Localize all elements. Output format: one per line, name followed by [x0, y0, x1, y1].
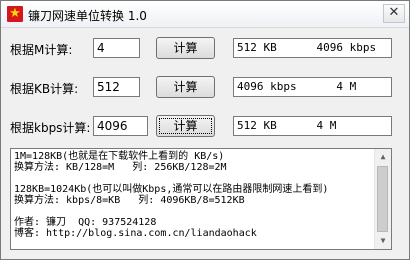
notes-line: [14, 173, 389, 184]
result-by-m[interactable]: 512 KB 4096 kbps: [233, 38, 392, 58]
label-by-kbps: 根据kbps计算:: [10, 121, 91, 135]
notes-textarea[interactable]: 1M=128KB(也就是在下载软件上看到的 KB/s) 换算方法: KB/128…: [10, 148, 392, 250]
calc-by-kb-button[interactable]: 计算: [156, 76, 215, 98]
kbps-input[interactable]: [93, 116, 148, 136]
close-button[interactable]: ✕: [383, 4, 405, 23]
notes-line: 换算方法: kbps/8=KB 列: 4096KB/8=512KB: [14, 195, 245, 206]
result-by-kbps[interactable]: 512 KB 4 M: [233, 116, 392, 136]
scroll-down-arrow-icon[interactable]: ▼: [375, 233, 391, 249]
app-window: ★ 镰刀网速单位转换 1.0 ✕ 根据M计算: 计算 512 KB 4096 k…: [0, 0, 410, 260]
notes-line: 换算方法: KB/128=M 列: 256KB/128=2M: [14, 162, 227, 173]
scroll-thumb[interactable]: [377, 166, 388, 232]
kb-input[interactable]: [93, 77, 140, 97]
calc-by-m-button[interactable]: 计算: [156, 37, 215, 59]
notes-line: [14, 206, 389, 217]
notes-line: 博客: http://blog.sina.com.cn/liandaohack: [14, 228, 257, 239]
m-input[interactable]: [93, 38, 140, 58]
notes-line: 作者: 镰刀 QQ: 937524128: [14, 217, 157, 228]
result-by-kb[interactable]: 4096 kbps 4 M: [233, 77, 392, 97]
label-by-m: 根据M计算:: [10, 43, 73, 57]
notes-scrollbar[interactable]: ▲ ▼: [374, 149, 391, 249]
label-by-kb: 根据KB计算:: [10, 82, 79, 96]
notes-line: 128KB=1024Kb(也可以叫做Kbps,通常可以在路由器限制网速上看到): [14, 184, 329, 195]
title-bar[interactable]: ★ 镰刀网速单位转换 1.0 ✕: [1, 1, 409, 28]
star-icon: ★: [7, 6, 23, 22]
notes-line: 1M=128KB(也就是在下载软件上看到的 KB/s): [14, 151, 225, 162]
scroll-up-arrow-icon[interactable]: ▲: [375, 149, 391, 165]
calc-by-kbps-button[interactable]: 计算: [156, 115, 215, 137]
window-title: 镰刀网速单位转换 1.0: [28, 9, 147, 23]
